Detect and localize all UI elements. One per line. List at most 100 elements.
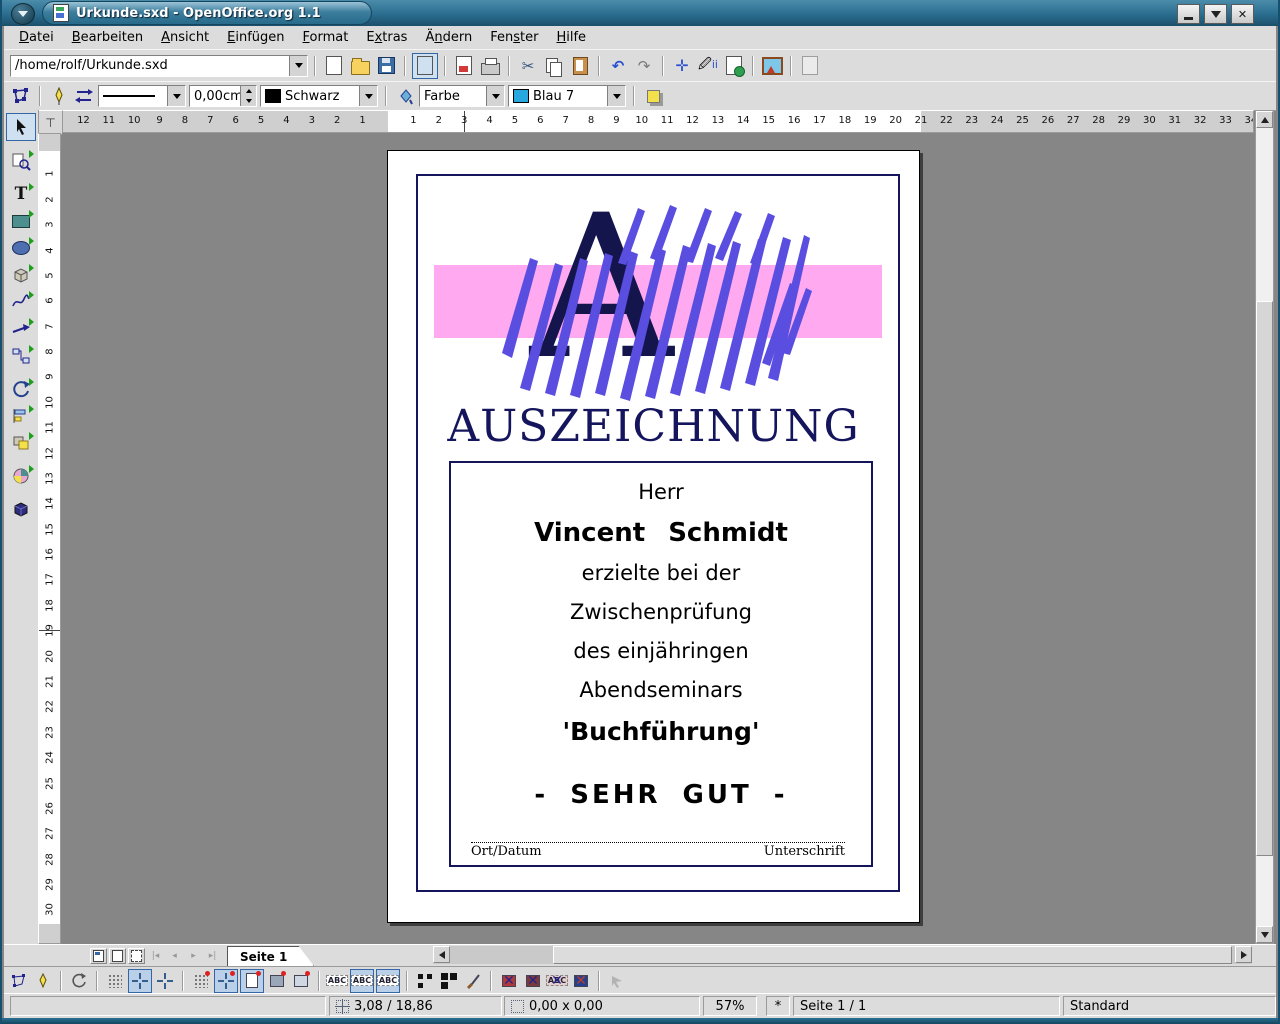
layer-view-master-button[interactable]	[109, 948, 126, 964]
fill-type-dropdown-button[interactable]	[486, 86, 504, 106]
alignment-tool[interactable]	[7, 403, 35, 429]
minimize-button[interactable]	[1177, 4, 1200, 24]
menu-fenster[interactable]: Fenster	[481, 28, 547, 47]
3d-objects-tool[interactable]	[7, 262, 35, 288]
edit-file-button[interactable]	[412, 53, 438, 79]
hyperlink-button[interactable]	[722, 54, 746, 78]
rotation-mode-toggle[interactable]	[68, 970, 90, 992]
modify-with-attributes-toggle[interactable]	[462, 970, 484, 992]
status-size-panel[interactable]: 0,00 x 0,00	[504, 996, 700, 1016]
text-placeholder-toggle[interactable]: ABC✕	[546, 970, 568, 992]
certificate-line[interactable]: Vincent Schmidt	[451, 512, 871, 554]
redo-button[interactable]: ↷	[632, 54, 656, 78]
certificate-textbox[interactable]: HerrVincent Schmidterzielte bei derZwisc…	[449, 461, 873, 867]
ruler-origin-box[interactable]: ⊤	[38, 110, 63, 135]
scroll-up-button[interactable]	[1256, 111, 1273, 128]
previous-page-button[interactable]: ◂	[166, 948, 183, 964]
page[interactable]: A AUSZEIC	[387, 150, 920, 923]
snap-to-grid-toggle[interactable]	[190, 970, 212, 992]
status-page-panel[interactable]: Seite 1 / 1	[793, 996, 1060, 1016]
save-button[interactable]	[374, 54, 398, 78]
fill-color-combobox[interactable]: Blau 7	[508, 85, 626, 107]
snap-to-snap-lines-toggle[interactable]	[214, 969, 238, 993]
shade-button[interactable]	[1204, 4, 1227, 24]
new-document-button[interactable]	[322, 54, 346, 78]
edit-points-toggle[interactable]	[8, 970, 30, 992]
menu-ansicht[interactable]: Ansicht	[152, 28, 218, 47]
fill-type-combobox[interactable]: Farbe	[419, 85, 505, 107]
certificate-line[interactable]: Herr	[451, 473, 871, 512]
large-handles-toggle[interactable]	[438, 970, 460, 992]
horizontal-scroll-thumb[interactable]	[553, 946, 1232, 964]
status-style-panel[interactable]: Standard	[1063, 996, 1276, 1016]
layer-view-layer-button[interactable]	[128, 948, 145, 964]
menu-format[interactable]: Format	[294, 28, 358, 47]
signature-row[interactable]: Ort/Datum Unterschrift	[471, 842, 845, 859]
contour-mode-toggle[interactable]: ✕	[522, 970, 544, 992]
zoom-toolbar-button[interactable]	[798, 54, 822, 78]
rectangle-tool[interactable]	[7, 208, 35, 234]
certificate-heading[interactable]: AUSZEICHNUNG	[418, 401, 889, 452]
rotate-tool[interactable]	[7, 376, 35, 402]
connector-tool[interactable]	[7, 343, 35, 369]
scroll-down-button[interactable]	[1256, 926, 1273, 943]
select-tool[interactable]	[6, 113, 36, 141]
copy-button[interactable]	[542, 54, 566, 78]
status-zoom-panel[interactable]: 57%	[703, 996, 757, 1016]
window-menu-button[interactable]	[11, 3, 35, 25]
snap-to-object-points-toggle[interactable]	[290, 970, 312, 992]
close-button[interactable]: ✕	[1231, 4, 1254, 24]
arrange-tool[interactable]	[7, 430, 35, 456]
certificate-line[interactable]: 'Buchführung'	[451, 710, 871, 754]
vertical-ruler[interactable]: 1234567891011121314151617181920212223242…	[38, 133, 61, 944]
open-button[interactable]	[348, 54, 372, 78]
menu-extras[interactable]: Extras	[357, 28, 416, 47]
last-page-button[interactable]: ▸|	[204, 948, 221, 964]
snap-lines-front-toggle[interactable]	[154, 970, 176, 992]
3d-controller-tool[interactable]	[7, 496, 35, 522]
snap-to-page-margins-toggle[interactable]	[240, 969, 264, 993]
glue-points-toggle[interactable]	[32, 970, 54, 992]
certificate-line[interactable]: des einjähringen	[451, 632, 871, 671]
blue-scribble-graphic[interactable]	[500, 203, 812, 403]
print-button[interactable]	[478, 54, 502, 78]
menu-datei[interactable]: Datei	[10, 28, 63, 47]
vertical-scroll-thumb[interactable]	[1256, 301, 1273, 856]
quick-edit-toggle[interactable]: ABC	[326, 970, 348, 992]
area-dialog-button[interactable]	[394, 85, 416, 107]
picture-placeholder-toggle[interactable]: ✕	[498, 970, 520, 992]
effects-tool[interactable]	[7, 463, 35, 489]
url-combobox[interactable]: /home/rolf/Urkunde.sxd	[10, 55, 308, 77]
certificate-text[interactable]: HerrVincent Schmidterzielte bei derZwisc…	[451, 473, 871, 818]
status-position-panel[interactable]: 3,08 / 18,86	[329, 996, 502, 1016]
horizontal-ruler[interactable]: 1211109876543211234567891011121314151617…	[62, 110, 1254, 133]
paste-button[interactable]	[568, 54, 592, 78]
title-pill[interactable]: Urkunde.sxd - OpenOffice.org 1.1	[42, 1, 372, 25]
curve-tool[interactable]	[7, 289, 35, 315]
line-width-spin-buttons[interactable]	[240, 86, 256, 106]
layer-view-normal-button[interactable]	[90, 948, 107, 964]
simple-handles-toggle[interactable]	[414, 970, 436, 992]
menu-ndern[interactable]: Ändern	[416, 28, 481, 47]
exit-group-button[interactable]	[606, 970, 628, 992]
select-text-area-toggle[interactable]: ABC	[350, 969, 374, 993]
page-tab[interactable]: Seite 1	[227, 946, 314, 967]
line-color-dropdown-button[interactable]	[359, 86, 377, 106]
menu-bearbeiten[interactable]: Bearbeiten	[63, 28, 152, 47]
menu-hilfe[interactable]: Hilfe	[547, 28, 595, 47]
text-tool[interactable]: T	[7, 181, 35, 207]
certificate-line[interactable]: erzielte bei der	[451, 554, 871, 593]
undo-button[interactable]: ↶	[606, 54, 630, 78]
url-value[interactable]: /home/rolf/Urkunde.sxd	[11, 56, 289, 76]
line-width-spinner[interactable]: 0,00cm	[189, 85, 257, 107]
stylist-button[interactable]: 🖉ii	[696, 54, 720, 78]
certificate-line[interactable]: Abendseminars	[451, 671, 871, 710]
line-style-combobox[interactable]	[98, 85, 186, 107]
line-style-dropdown-button[interactable]	[167, 86, 185, 106]
ellipse-tool[interactable]	[7, 235, 35, 261]
fill-color-dropdown-button[interactable]	[607, 86, 625, 106]
snap-to-object-border-toggle[interactable]	[266, 970, 288, 992]
line-color-combobox[interactable]: Schwarz	[260, 85, 378, 107]
line-width-value[interactable]: 0,00cm	[190, 86, 240, 106]
export-pdf-button[interactable]	[452, 54, 476, 78]
